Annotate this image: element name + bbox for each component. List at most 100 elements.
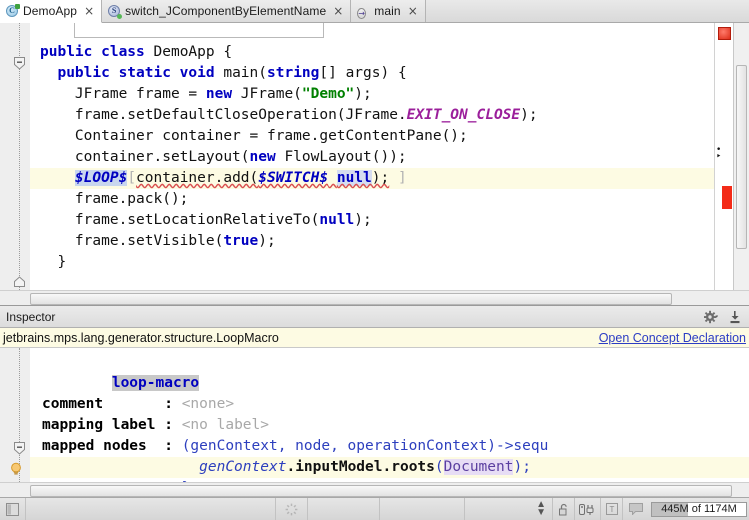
hide-panel-icon[interactable] [728,310,743,324]
code-token: "Demo" [302,86,354,102]
code-line[interactable]: Container container = frame.getContentPa… [30,126,714,147]
fold-expand-icon[interactable] [13,275,26,288]
toggle-sidebar-icon[interactable] [0,498,26,520]
editor-gutter[interactable] [0,23,30,290]
editor-vertical-scrollbar[interactable] [733,23,749,290]
property-name: mapping label [42,417,164,433]
tab-close-icon[interactable]: × [333,5,343,17]
code-token: Document [444,459,514,475]
code-token: null [337,170,372,186]
code-token: $LOOP$ [75,170,127,186]
tab-switch-jcomponentbyelementname[interactable]: S switch_JComponentByElementName × [102,0,351,22]
plug-power-icon[interactable] [575,498,601,520]
code-token [328,170,337,186]
code-line[interactable]: container.setLayout(new FlowLayout()); [30,147,714,168]
open-concept-declaration-link[interactable]: Open Concept Declaration [599,331,746,345]
code-token: $SWITCH$ [258,170,328,186]
text-mode-icon[interactable]: T [601,498,623,520]
code-token: new [250,149,285,165]
fold-collapse-icon[interactable] [13,57,26,70]
error-summary-icon[interactable] [718,27,731,40]
memory-indicator[interactable]: 445M of 1174M [651,502,747,517]
code-token: ); [258,233,275,249]
inspector-mapped-nodes: mapped nodes : (genContext, node, operat… [30,436,749,482]
code-token: [] args) { [319,65,406,81]
inspector-content[interactable]: loop-macro comment : <none>mapping label… [0,348,749,482]
code-line[interactable]: public static void main(string[] args) { [30,63,714,84]
code-token: JFrame frame = [40,86,206,102]
memory-label: 445M of 1174M [661,503,737,515]
property-separator: : [164,396,181,412]
code-token: ); [354,212,371,228]
code-line[interactable]: frame.setDefaultCloseOperation(JFrame.EX… [30,105,714,126]
editor-marker-bar[interactable]: •‣ [714,23,733,290]
collapsed-cell-bracket [74,23,324,38]
node-name[interactable]: loop-macro [112,375,199,391]
error-marker[interactable] [722,186,732,209]
code-line[interactable]: frame.setLocationRelativeTo(null); [30,210,714,231]
method-arrow-icon: → [357,5,370,18]
tab-label: DemoApp [23,4,77,18]
code-marker-ticks: •‣ [716,147,721,161]
tab-label: main [374,4,400,18]
gear-icon[interactable] [704,310,719,324]
code-token: FlowLayout()); [284,149,406,165]
event-log-icon[interactable] [623,498,649,520]
mapped-nodes-line[interactable]: genContext.inputModel.roots(Document); [30,457,749,478]
tab-close-icon[interactable]: × [408,5,418,17]
code-line[interactable]: frame.setVisible(true); [30,231,714,252]
inspector-header: Inspector [0,305,749,328]
code-token: container.setLayout( [40,149,250,165]
mapped-nodes-line[interactable]: mapped nodes : (genContext, node, operat… [30,436,749,457]
code-token: . [383,459,392,475]
inspector-gutter[interactable] [0,348,30,482]
svg-text:T: T [609,505,614,514]
code-token: EXIT_ON_CLOSE [407,107,521,123]
property-value[interactable]: <no label> [182,417,269,433]
code-token: ); [520,107,537,123]
code-line[interactable]: } [30,252,714,273]
property-value[interactable]: <none> [182,396,234,412]
code-token: frame.setVisible( [40,233,223,249]
indent [42,459,164,475]
code-token [164,459,199,475]
up-down-stepper-icon[interactable]: ▲▼ [465,498,553,520]
status-message-area [26,498,276,520]
code-token: ] [389,170,406,186]
lightbulb-intention-icon[interactable] [9,462,22,475]
tab-demoapp[interactable]: C DemoApp × [0,0,102,23]
inspector-toolbar [704,310,743,324]
code-text[interactable]: public class DemoApp { public static voi… [30,23,714,290]
code-line[interactable]: public class DemoApp { [30,42,714,63]
inspector-horizontal-scrollbar[interactable] [0,482,749,497]
tab-close-icon[interactable]: × [84,5,94,17]
code-token: public static void [57,65,223,81]
editor-tab-bar: C DemoApp × S switch_JComponentByElement… [0,0,749,23]
code-token [40,170,75,186]
inspector-node-editor[interactable]: loop-macro comment : <none>mapping label… [30,348,749,482]
inspector-property-row[interactable]: mapping label : <no label> [30,415,749,436]
code-line[interactable]: JFrame frame = new JFrame("Demo"); [30,84,714,105]
ide-window: C DemoApp × S switch_JComponentByElement… [0,0,749,520]
code-editor[interactable]: public class DemoApp { public static voi… [0,23,749,290]
unlocked-icon[interactable] [553,498,575,520]
background-tasks-icon[interactable] [276,498,308,520]
tab-main[interactable]: → main × [351,0,425,22]
code-token: inputModel [295,459,382,475]
scrollbar-thumb[interactable] [30,293,672,305]
scrollbar-thumb[interactable] [736,65,747,249]
scrollbar-thumb[interactable] [30,485,732,497]
code-token: (genContext, node, operationContext)->se… [182,438,549,454]
inspector-node-name-line: loop-macro [30,352,749,373]
code-token: frame.pack(); [40,191,188,207]
code-token: class [101,44,153,60]
editor-horizontal-scrollbar[interactable] [0,290,749,305]
code-token: public [40,44,101,60]
code-line[interactable]: frame.pack(); [30,189,714,210]
code-line[interactable]: $LOOP$[container.add($SWITCH$ null); ] [30,168,714,189]
mapped-nodes-separator: : [164,438,181,454]
concept-c-icon: C [6,5,19,18]
fold-collapse-icon[interactable] [13,442,26,455]
inspector-property-row[interactable]: comment : <none> [30,394,749,415]
mapped-nodes-label: mapped nodes [42,438,164,454]
